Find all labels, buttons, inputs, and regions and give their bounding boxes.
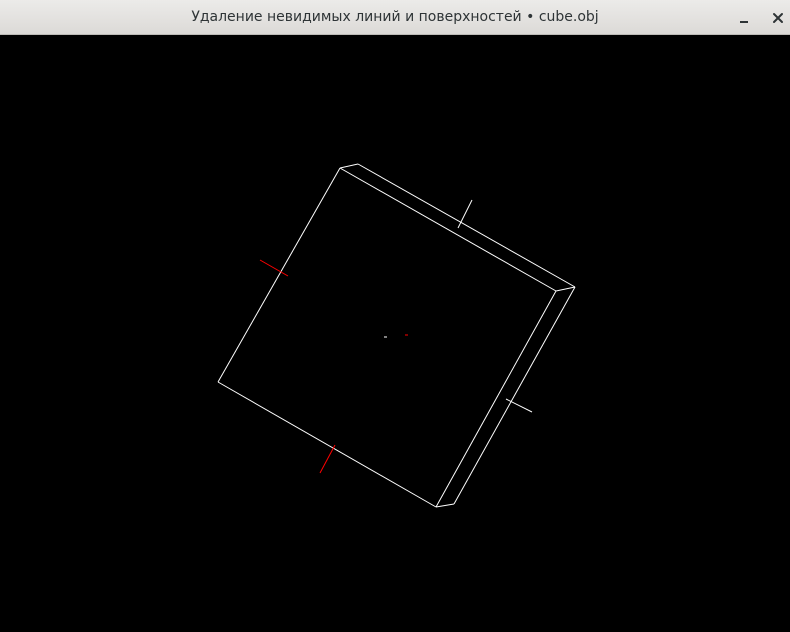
title-bar[interactable]: Удаление невидимых линий и поверхностей … [0, 0, 790, 35]
close-icon [773, 13, 783, 23]
minimize-icon [740, 21, 748, 23]
face-normals [259, 199, 533, 474]
cube-edge [217, 167, 341, 383]
app-window: Удаление невидимых линий и поверхностей … [0, 0, 790, 632]
close-button[interactable] [767, 7, 789, 29]
cube-edge [357, 163, 576, 288]
minimize-button[interactable] [733, 7, 755, 29]
cube-edge [435, 290, 557, 508]
normal-hidden [259, 259, 289, 277]
cube-edge [339, 163, 359, 169]
cube-edge [339, 167, 557, 292]
cube-edge [217, 381, 437, 508]
center-markers [384, 334, 408, 338]
cube-edge [435, 503, 455, 508]
normal-visible [457, 199, 473, 229]
cube-edge [453, 286, 576, 505]
window-title: Удаление невидимых линий и поверхностей … [191, 9, 599, 25]
cube-wireframe-scene [217, 163, 576, 508]
cube-edges [217, 163, 576, 508]
normal-hidden [319, 444, 336, 474]
cube-edge [555, 286, 576, 292]
render-viewport[interactable] [0, 35, 790, 632]
normal-visible [505, 398, 533, 413]
